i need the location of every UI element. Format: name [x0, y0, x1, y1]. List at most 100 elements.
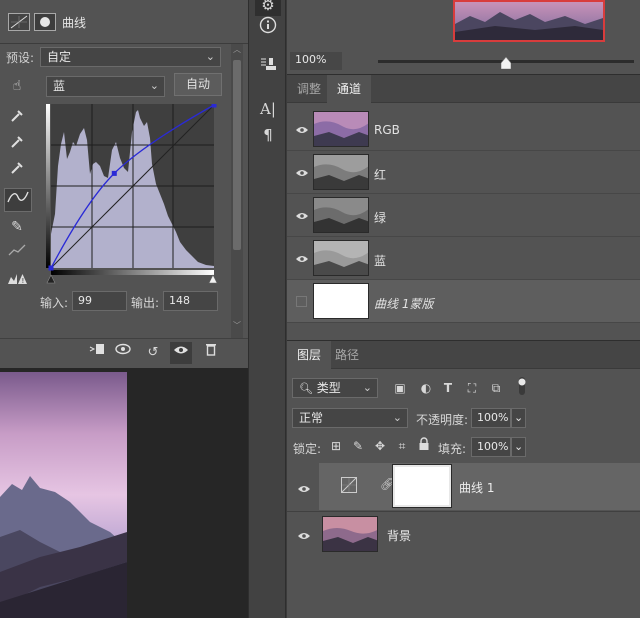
clip-to-layer-icon[interactable] — [86, 342, 108, 364]
shape-filter-icon[interactable]: ⛶ — [463, 379, 481, 397]
navigator-thumbnail[interactable] — [453, 0, 605, 42]
visibility-checkbox[interactable] — [296, 296, 307, 307]
info-icon[interactable] — [255, 16, 281, 38]
zoom-field[interactable]: 100% — [290, 52, 342, 70]
document-image[interactable] — [0, 372, 127, 618]
eye-icon[interactable] — [295, 253, 311, 265]
input-field[interactable]: 99 — [72, 291, 127, 311]
smart-object-filter-icon[interactable]: ⧉ — [487, 379, 505, 397]
clone-source-icon[interactable] — [255, 56, 281, 78]
eye-icon[interactable] — [297, 483, 313, 495]
curves-adjustment-icon[interactable] — [8, 13, 30, 31]
zoom-slider-thumb[interactable] — [500, 56, 512, 70]
tab-paths[interactable]: 路径 — [325, 341, 369, 369]
eye-icon[interactable] — [297, 530, 313, 542]
view-previous-state-icon[interactable] — [113, 342, 135, 364]
channels-tabbar: 调整 通道 — [287, 75, 640, 103]
channel-select[interactable]: 蓝 ⌄ — [46, 76, 165, 97]
layer-filter-select[interactable]: 🔍︎ 类型 ⌄ — [292, 378, 378, 398]
filter-toggle-icon[interactable] — [513, 377, 531, 395]
opacity-field[interactable]: 100% — [471, 408, 511, 428]
curve-point-tool-icon[interactable] — [4, 188, 32, 212]
lock-image-icon[interactable]: ✎ — [349, 437, 367, 455]
layer-row-curves[interactable]: 🔗︎ 曲线 1 — [287, 463, 640, 510]
visibility-eye-icon[interactable] — [170, 342, 192, 364]
filter-label: 类型 — [316, 381, 341, 395]
search-icon: 🔍︎ — [299, 382, 313, 395]
lock-transparent-icon[interactable]: ⊞ — [327, 437, 345, 455]
trash-icon[interactable] — [200, 342, 222, 364]
lock-all-icon[interactable] — [415, 437, 433, 455]
curve-control-point[interactable] — [111, 170, 117, 176]
chevron-down-icon: ⌄ — [392, 411, 402, 424]
fill-field[interactable]: 100% — [471, 437, 511, 457]
channel-row-rgb[interactable]: RGB — [287, 108, 640, 151]
white-eyedropper-icon[interactable] — [6, 160, 28, 182]
layers-tabbar: 图层 路径 — [287, 341, 640, 369]
reset-icon[interactable]: ↺ — [142, 342, 164, 364]
panel-title: 曲线 — [62, 16, 87, 30]
layers-panel: 图层 路径 🔍︎ 类型 ⌄ ▣ ◐ T ⛶ ⧉ 正常 ⌄ 不透明度: 100% … — [287, 340, 640, 618]
scroll-down-icon[interactable]: ﹀ — [233, 320, 241, 331]
channel-thumbnail — [313, 240, 369, 276]
blend-mode-value: 正常 — [299, 411, 324, 425]
lock-position-icon[interactable]: ✥ — [371, 437, 389, 455]
channel-row-red[interactable]: 红 — [287, 151, 640, 194]
properties-footer: ↺ — [0, 338, 248, 368]
black-eyedropper-icon[interactable] — [6, 108, 28, 130]
channels-panel: 调整 通道 RGB 红 绿 蓝 曲线 1蒙版 — [287, 74, 640, 340]
curves-layer-icon — [341, 477, 357, 496]
channel-thumbnail — [313, 111, 369, 147]
layer-mask-thumbnail[interactable] — [392, 464, 452, 508]
channel-row-blue[interactable]: 蓝 — [287, 237, 640, 280]
pencil-icon[interactable]: ✎ — [6, 216, 28, 238]
layer-row-background[interactable]: 背景 — [287, 511, 640, 557]
input-label: 输入: — [40, 296, 69, 310]
channel-row-green[interactable]: 绿 — [287, 194, 640, 237]
mask-icon[interactable] — [34, 13, 56, 31]
curves-graph[interactable] — [46, 102, 218, 284]
paragraph-icon[interactable]: ¶ — [255, 124, 281, 146]
layer-name[interactable]: 曲线 1 — [459, 479, 494, 496]
chevron-down-icon: ⌄ — [514, 440, 524, 453]
fill-dropdown[interactable]: ⌄ — [511, 437, 526, 457]
lock-label: 锁定: — [293, 442, 322, 456]
tab-channels[interactable]: 通道 — [327, 75, 372, 103]
character-icon[interactable]: A| — [255, 98, 281, 120]
adjustment-filter-icon[interactable]: ◐ — [417, 379, 435, 397]
type-filter-icon[interactable]: T — [439, 379, 457, 397]
tab-adjustments[interactable]: 调整 — [287, 75, 331, 103]
channel-name: 蓝 — [374, 254, 387, 268]
pixel-filter-icon[interactable]: ▣ — [391, 379, 409, 397]
curve-endpoint-white[interactable] — [211, 102, 217, 108]
artboard-lock-icon[interactable]: ⌗ — [393, 437, 411, 455]
channel-row-mask[interactable]: 曲线 1蒙版 — [287, 280, 640, 323]
scrollbar-thumb[interactable] — [233, 60, 241, 250]
chevron-down-icon: ⌄ — [362, 381, 372, 394]
clipping-warning-icon[interactable]: ! — [6, 270, 28, 292]
panel-dock-strip: ⚙ A| ¶ — [248, 0, 286, 618]
adjustments-icon[interactable]: ⚙ — [255, 0, 281, 16]
channel-name: 红 — [374, 168, 387, 182]
output-label: 输出: — [131, 296, 160, 310]
auto-button[interactable]: 自动 — [174, 73, 222, 96]
eye-icon[interactable] — [295, 124, 311, 136]
blend-mode-select[interactable]: 正常 ⌄ — [292, 408, 408, 428]
eye-icon[interactable] — [295, 167, 311, 179]
smooth-curve-icon[interactable] — [6, 242, 28, 264]
eye-icon[interactable] — [295, 210, 311, 222]
channel-thumbnail — [313, 154, 369, 190]
channel-name: 曲线 1蒙版 — [374, 297, 434, 311]
scroll-up-icon[interactable]: ︿ — [233, 44, 241, 55]
layer-thumbnail — [322, 516, 378, 552]
chevron-down-icon: ⌄ — [514, 411, 524, 424]
preset-select[interactable]: 自定 ⌄ — [40, 47, 221, 67]
opacity-dropdown[interactable]: ⌄ — [511, 408, 526, 428]
curve-endpoint-black[interactable] — [48, 265, 54, 271]
gray-eyedropper-icon[interactable] — [6, 134, 28, 156]
chevron-down-icon: ⌄ — [205, 50, 215, 63]
output-field[interactable]: 148 — [163, 291, 218, 311]
layer-name[interactable]: 背景 — [387, 527, 411, 544]
preset-value: 自定 — [47, 50, 72, 64]
on-image-adjust-icon[interactable]: ☝ — [6, 75, 28, 97]
